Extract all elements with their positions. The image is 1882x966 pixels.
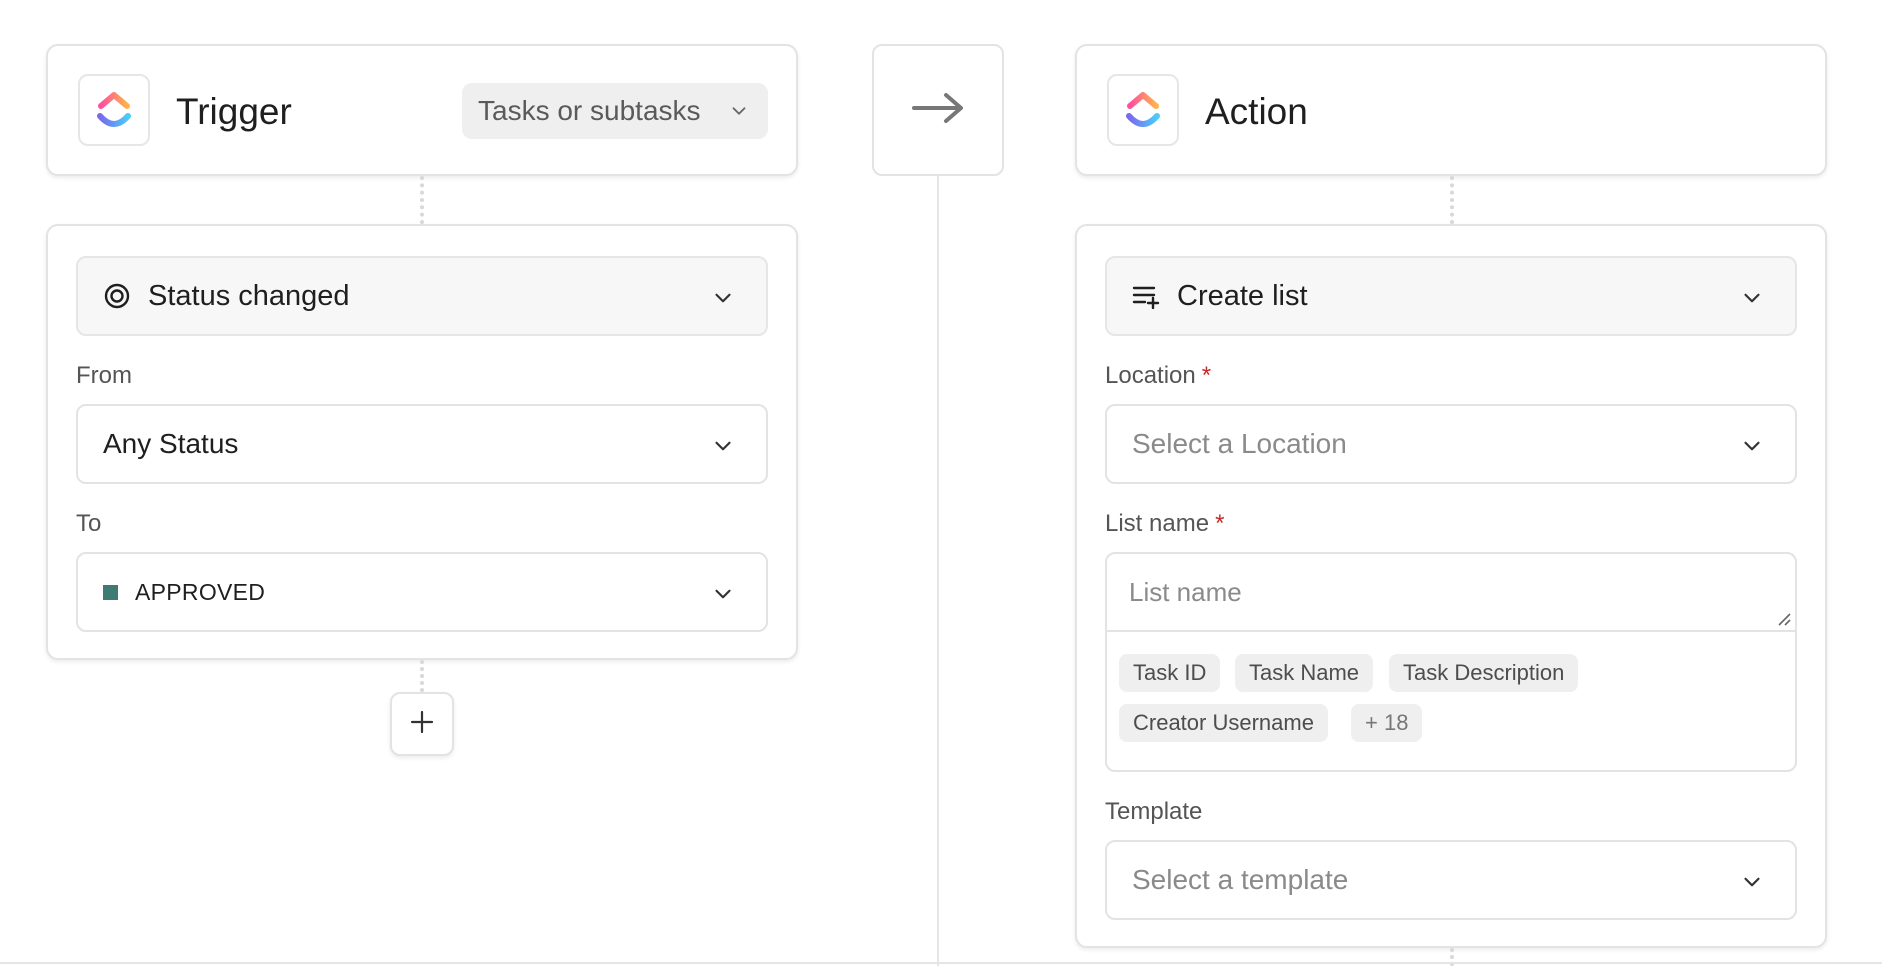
canvas-bottom-border xyxy=(0,962,1882,964)
chevron-down-icon xyxy=(710,581,736,612)
variable-chip-task-name[interactable]: Task Name xyxy=(1235,654,1374,692)
variable-chip-task-description[interactable]: Task Description xyxy=(1389,654,1579,692)
list-name-label: List name * xyxy=(1105,510,1224,538)
arrow-right-icon xyxy=(910,90,966,131)
trigger-connector xyxy=(420,176,424,224)
to-label: To xyxy=(76,510,102,537)
chevron-down-icon xyxy=(728,97,750,129)
list-name-input[interactable] xyxy=(1107,554,1795,632)
location-label-text: Location xyxy=(1105,362,1196,389)
template-dropdown[interactable]: Select a template xyxy=(1105,840,1797,920)
trigger-scope-label: Tasks or subtasks xyxy=(478,95,701,126)
required-marker: * xyxy=(1215,510,1225,537)
template-placeholder: Select a template xyxy=(1132,864,1349,895)
flow-arrow-box xyxy=(872,44,1004,176)
action-header-card: Action xyxy=(1075,44,1827,176)
required-marker: * xyxy=(1201,362,1212,389)
list-add-icon xyxy=(1131,281,1161,311)
action-title: Action xyxy=(1205,91,1308,132)
variable-chip-creator-username[interactable]: Creator Username xyxy=(1119,704,1328,742)
chevron-down-icon xyxy=(710,433,736,464)
add-step-button[interactable] xyxy=(390,692,454,756)
list-name-label-text: List name xyxy=(1105,510,1210,537)
location-placeholder: Select a Location xyxy=(1132,428,1347,459)
location-dropdown[interactable]: Select a Location xyxy=(1105,404,1797,484)
status-color-swatch xyxy=(103,584,118,600)
from-status-value: Any Status xyxy=(103,428,239,459)
from-status-dropdown[interactable]: Any Status xyxy=(76,404,768,484)
from-label: From xyxy=(76,362,132,389)
location-label: Location * xyxy=(1105,362,1211,390)
to-status-value: APPROVED xyxy=(135,578,266,605)
action-connector xyxy=(1450,176,1454,224)
chevron-down-icon xyxy=(1739,869,1765,900)
chevron-down-icon xyxy=(1739,285,1765,316)
list-name-field: Task ID Task Name Task Description Creat… xyxy=(1105,552,1797,772)
target-icon xyxy=(102,281,132,311)
trigger-event-selector[interactable]: Status changed xyxy=(76,256,768,336)
clickup-logo-icon xyxy=(1107,74,1179,146)
action-type-selector[interactable]: Create list xyxy=(1105,256,1797,336)
trigger-event-label: Status changed xyxy=(148,279,350,312)
chevron-down-icon xyxy=(710,285,736,316)
action-config-card: Create list Location * Select a Location … xyxy=(1075,224,1827,948)
clickup-logo-icon xyxy=(78,74,150,146)
chevron-down-icon xyxy=(1739,433,1765,464)
resize-handle-icon[interactable] xyxy=(1775,610,1791,631)
to-status-dropdown[interactable]: APPROVED xyxy=(76,552,768,632)
trigger-header-card: Trigger Tasks or subtasks xyxy=(46,44,798,176)
add-step-connector xyxy=(420,660,424,692)
trigger-config-card: Status changed From Any Status To APPROV… xyxy=(46,224,798,660)
variable-chip-task-id[interactable]: Task ID xyxy=(1119,654,1221,692)
more-variables-chip[interactable]: + 18 xyxy=(1351,704,1423,742)
trigger-title: Trigger xyxy=(176,91,292,132)
action-type-label: Create list xyxy=(1177,279,1308,312)
flow-divider-line xyxy=(937,176,939,966)
plus-icon xyxy=(409,709,435,740)
trigger-scope-dropdown[interactable]: Tasks or subtasks xyxy=(462,83,768,139)
template-label: Template xyxy=(1105,798,1203,825)
